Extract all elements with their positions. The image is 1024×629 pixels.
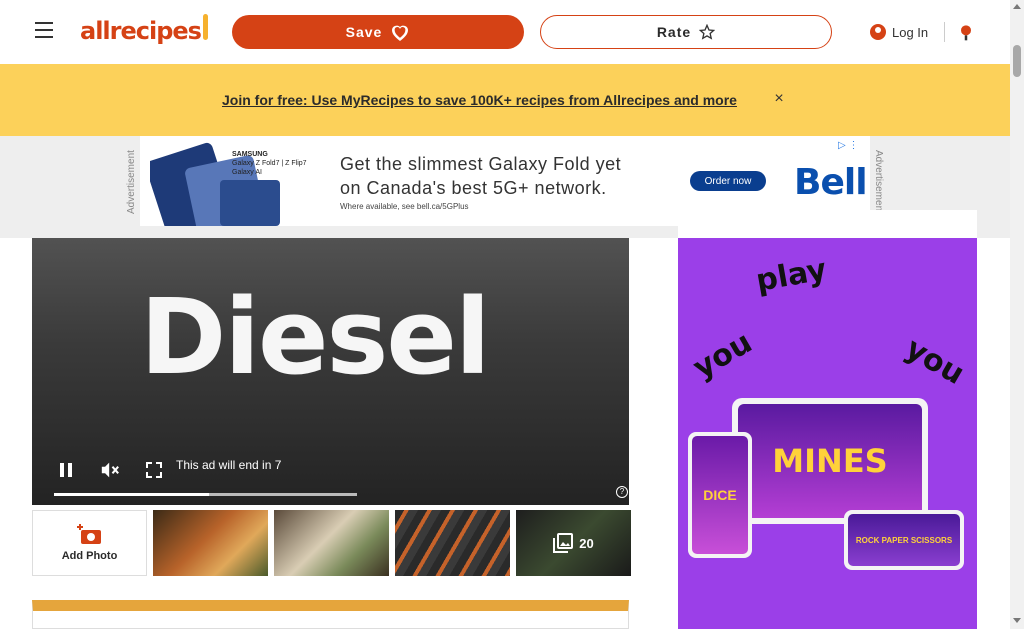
ad-bell-logo: Bell (794, 162, 868, 203)
save-label: Save (345, 24, 383, 40)
star-icon (699, 24, 716, 40)
photo-gallery: Add Photo 20 (32, 510, 631, 576)
ad-countdown-text: This ad will end in 7 (176, 458, 282, 472)
site-logo[interactable]: allrecipes (80, 14, 208, 48)
close-banner-button[interactable]: × (771, 90, 787, 110)
video-progress-fill (54, 493, 209, 496)
more-photos-count: 20 (579, 535, 594, 551)
logo-text: allrecipes (80, 17, 202, 45)
ad-samsung-text: SAMSUNG Galaxy Z Fold7 | Z Flip7 Galaxy … (232, 150, 307, 177)
camera-plus-icon (76, 524, 101, 544)
pause-button[interactable] (46, 450, 86, 490)
ad-order-button[interactable]: Order now (690, 171, 766, 191)
ad-label-left: Advertisement (126, 150, 137, 214)
rate-button[interactable]: Rate (540, 15, 832, 49)
rate-label: Rate (656, 24, 692, 40)
ad-fineprint: Where available, see bell.ca/5GPlus (340, 202, 469, 211)
pause-icon (60, 463, 72, 477)
scroll-up-icon[interactable] (1013, 4, 1021, 9)
ad-label-right: Advertisement (873, 150, 884, 214)
video-progress-bar[interactable] (54, 493, 357, 496)
side-ad[interactable]: play you you MINES DICE ROCK PAPER SCISS… (678, 210, 977, 629)
side-ad-word: you (899, 330, 971, 393)
video-player[interactable]: Diesel This ad will end in 7 ? (32, 238, 629, 505)
login-link[interactable]: Log In (870, 20, 928, 44)
add-photo-button[interactable]: Add Photo (32, 510, 147, 576)
ad-product-line1: Galaxy Z Fold7 | Z Flip7 (232, 160, 307, 167)
game-phone-landscape: ROCK PAPER SCISSORS (844, 510, 964, 570)
save-button[interactable]: Save (232, 15, 524, 49)
logo-mark-icon (202, 14, 208, 40)
promo-banner: Join for free: Use MyRecipes to save 100… (0, 64, 1010, 136)
photo-stack-icon (553, 533, 574, 553)
rps-game-label: ROCK PAPER SCISSORS (855, 535, 953, 545)
recipe-info-card (32, 600, 629, 629)
mute-button[interactable] (90, 450, 130, 490)
top-bar: allrecipes Save Rate Log In (0, 0, 1010, 64)
fullscreen-button[interactable] (134, 450, 174, 490)
scrollbar-thumb[interactable] (1013, 45, 1021, 77)
side-ad-word: you (687, 324, 759, 387)
recipe-photo-thumbnail[interactable] (395, 510, 510, 576)
heart-icon (392, 25, 409, 41)
ad-headline: Get the slimmest Galaxy Fold yet on Cana… (340, 152, 621, 200)
menu-icon[interactable] (32, 18, 56, 42)
ad-headline-line2: on Canada's best 5G+ network. (340, 178, 607, 198)
game-phone: DICE (688, 432, 752, 558)
header-divider (944, 22, 945, 42)
user-icon (870, 24, 886, 40)
mines-game-label: MINES (772, 442, 888, 480)
help-icon[interactable]: ? (616, 486, 628, 498)
ad-brand-top: SAMSUNG (232, 151, 268, 158)
video-title: Diesel (140, 276, 491, 398)
dice-game-label: DICE (703, 487, 737, 503)
adchoices-icon[interactable]: ▷ ⋮ (838, 140, 858, 151)
page-scrollbar[interactable] (1010, 0, 1024, 629)
side-ad-top (678, 210, 977, 238)
ad-product-line2: Galaxy AI (232, 169, 262, 176)
search-button[interactable] (956, 22, 976, 42)
add-photo-label: Add Photo (61, 550, 118, 562)
ad-headline-line1: Get the slimmest Galaxy Fold yet (340, 154, 622, 174)
join-free-link[interactable]: Join for free: Use MyRecipes to save 100… (222, 92, 737, 108)
game-tablet: MINES (732, 398, 928, 524)
side-ad-word: play (753, 252, 830, 299)
fullscreen-icon (146, 462, 162, 478)
login-label: Log In (892, 24, 929, 40)
search-icon (961, 25, 971, 41)
muted-speaker-icon (101, 462, 119, 478)
scroll-down-icon[interactable] (1013, 618, 1021, 623)
recipe-photo-thumbnail[interactable] (274, 510, 389, 576)
more-photos-button[interactable]: 20 (516, 510, 631, 576)
recipe-photo-thumbnail[interactable] (153, 510, 268, 576)
